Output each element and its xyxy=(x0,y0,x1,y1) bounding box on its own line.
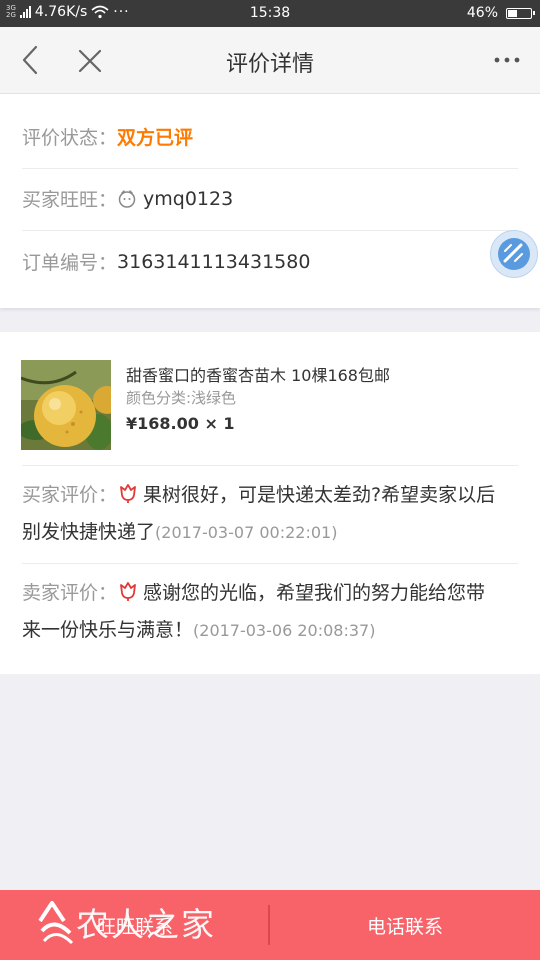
order-number: 3163141113431580 xyxy=(117,250,311,273)
review-status-row: 评价状态： 双方已评 xyxy=(22,106,518,167)
product-title[interactable]: 甜香蜜口的香蜜杏苗木 10棵168包邮 xyxy=(126,362,390,386)
order-label: 订单编号： xyxy=(22,252,118,274)
page-title: 评价详情 xyxy=(225,52,314,77)
product-image[interactable] xyxy=(21,360,111,450)
assist-icon xyxy=(498,238,530,270)
buyer-review-date: (2017-03-07 00:22:01) xyxy=(155,523,338,542)
buyer-review: 买家评价： 果树很好，可是快递太差劲?希望卖家以后别发快捷快递了(2017-03-… xyxy=(22,477,504,551)
wangwang-icon xyxy=(118,189,136,208)
buyer-row: 买家旺旺： ymq0123 xyxy=(22,168,518,229)
clock: 15:38 xyxy=(249,5,291,21)
more-icon[interactable] xyxy=(490,45,524,75)
status-right: 46% xyxy=(466,5,535,21)
buyer-review-label: 买家评价： xyxy=(22,484,118,506)
navigation-bar: 评价详情 xyxy=(0,27,540,94)
review-info-card: 评价状态： 双方已评 买家旺旺： ymq0123 订单编号： 316314111… xyxy=(0,94,540,308)
review-status-label: 评价状态： xyxy=(22,127,118,149)
buyer-label: 买家旺旺： xyxy=(22,189,118,211)
phone-contact-button[interactable]: 电话联系 xyxy=(270,890,540,960)
watermark-text: 农人之家 xyxy=(76,905,216,944)
buyer-name: ymq0123 xyxy=(143,187,234,210)
status-bar: 3G 2G 4.76K/s ··· 15:38 46% xyxy=(0,0,540,27)
divider xyxy=(22,465,518,466)
review-status-value: 双方已评 xyxy=(117,127,194,149)
flower-icon xyxy=(120,484,136,503)
phone-contact-label: 电话联系 xyxy=(366,915,443,938)
flower-icon xyxy=(120,582,136,601)
product-review-card: 甜香蜜口的香蜜杏苗木 10棵168包邮 颜色分类:浅绿色 ¥168.00 × 1… xyxy=(0,332,540,674)
seller-review-date: (2017-03-06 20:08:37) xyxy=(193,621,376,640)
product-price: ¥168.00 × 1 xyxy=(126,414,235,433)
divider xyxy=(22,563,518,564)
product-spec: 颜色分类:浅绿色 xyxy=(126,389,237,407)
order-row: 订单编号： 3163141113431580 xyxy=(22,231,518,292)
seller-review-label: 卖家评价： xyxy=(22,582,118,604)
battery-percent: 46% xyxy=(466,5,498,21)
floating-assist-button[interactable] xyxy=(490,230,538,278)
seller-review: 卖家评价： 感谢您的光临，希望我们的努力能给您带来一份快乐与满意！(2017-03… xyxy=(22,575,504,649)
battery-icon xyxy=(506,7,535,19)
buyer-wangwang[interactable]: ymq0123 xyxy=(117,188,233,210)
